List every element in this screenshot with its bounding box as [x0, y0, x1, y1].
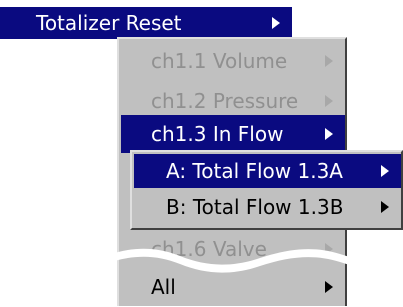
submenu-arrow-icon [325, 128, 333, 140]
submenu-arrow-icon [381, 165, 389, 177]
menu-item-label: ch1.1 Volume [151, 49, 288, 73]
menu-item-label: B: Total Flow 1.3B [166, 195, 344, 219]
menu-item-label: ch1.3 In Flow [151, 122, 284, 146]
menu-item-label: Totalizer Reset [36, 11, 182, 35]
submenu-arrow-icon [325, 55, 333, 67]
menu-item-label: ch1.2 Pressure [151, 89, 299, 113]
menu-item-total-flow-1-3a[interactable]: A: Total Flow 1.3A [134, 154, 401, 188]
menu-item-ch1-3-in-flow[interactable]: ch1.3 In Flow [121, 115, 345, 153]
menu-item-ch1-1-volume[interactable]: ch1.1 Volume [121, 41, 345, 81]
menu-item-total-flow-1-3b[interactable]: B: Total Flow 1.3B [134, 190, 401, 224]
submenu-arrow-icon [325, 95, 333, 107]
in-flow-submenu: A: Total Flow 1.3A B: Total Flow 1.3B [130, 150, 403, 230]
menu-item-label: A: Total Flow 1.3A [166, 159, 343, 183]
wavy-break-icon [100, 248, 370, 273]
submenu-arrow-icon [272, 17, 280, 29]
submenu-arrow-icon [381, 201, 389, 213]
menu-item-totalizer-reset[interactable]: Totalizer Reset [0, 7, 292, 39]
menu-item-label: All [151, 275, 176, 299]
submenu-arrow-icon [325, 281, 333, 293]
